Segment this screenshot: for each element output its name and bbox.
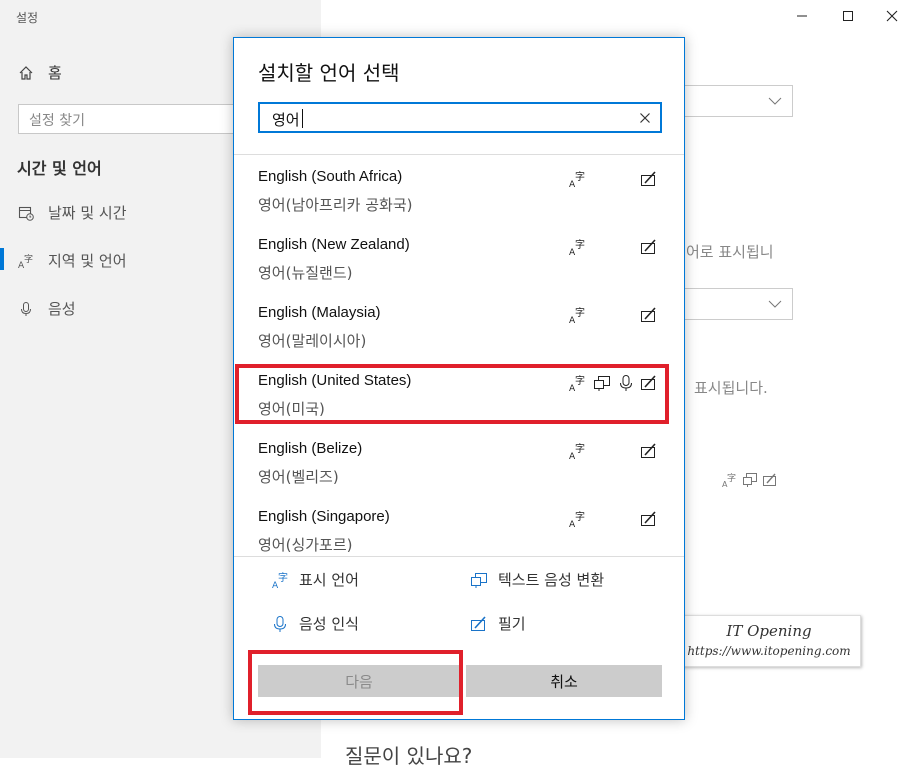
language-name: English (Belize) (258, 440, 363, 457)
svg-text:字: 字 (24, 253, 33, 265)
handwriting-icon (470, 615, 488, 633)
language-item-en-bz[interactable]: English (Belize) 영어(벨리즈) A字 (234, 428, 684, 496)
divider (234, 154, 684, 155)
legend-display-language: A字 표시 언어 (271, 569, 359, 591)
display-language-icon: A字 (722, 472, 736, 488)
svg-text:字: 字 (575, 170, 585, 183)
divider (234, 556, 684, 557)
language-native-name: 영어(말레이시아) (258, 332, 367, 350)
display-language-icon: A字 (569, 238, 585, 256)
sidebar-item-speech[interactable]: 음성 (18, 298, 76, 319)
language-item-en-nz[interactable]: English (New Zealand) 영어(뉴질랜드) A字 (234, 224, 684, 292)
svg-text:字: 字 (575, 442, 585, 455)
language-native-name: 영어(벨리즈) (258, 468, 339, 486)
handwriting-icon (641, 443, 656, 458)
legend-label: 필기 (498, 615, 526, 633)
watermark-url: https://www.itopening.com (687, 644, 851, 658)
language-icon: A字 (18, 253, 34, 271)
handwriting-icon (641, 307, 656, 322)
nav-home[interactable]: 홈 (18, 62, 62, 83)
cancel-button[interactable]: 취소 (466, 665, 662, 697)
close-icon (886, 10, 898, 22)
display-language-icon: A字 (271, 571, 289, 591)
section-title: 시간 및 언어 (17, 159, 102, 178)
selection-indicator (0, 248, 4, 270)
legend-label: 음성 인식 (299, 615, 359, 633)
sidebar-item-region-language[interactable]: A字 지역 및 언어 (18, 250, 127, 271)
language-name: English (Malaysia) (258, 304, 381, 321)
legend-label: 텍스트 음성 변환 (498, 571, 605, 589)
watermark: IT Opening https://www.itopening.com (677, 615, 861, 667)
text-to-speech-icon (594, 376, 610, 391)
language-name: English (New Zealand) (258, 236, 410, 253)
chevron-down-icon (768, 300, 782, 308)
legend-handwriting: 필기 (470, 613, 526, 634)
text-caret (302, 109, 303, 128)
language-native-name: 영어(미국) (258, 400, 325, 418)
microphone-icon (271, 615, 289, 633)
language-list[interactable]: English (South Africa) 영어(남아프리카 공화국) A字 … (234, 156, 684, 556)
maximize-icon (843, 11, 853, 21)
language-item-en-za[interactable]: English (South Africa) 영어(남아프리카 공화국) A字 (234, 156, 684, 224)
display-language-icon: A字 (569, 170, 585, 188)
svg-text:字: 字 (575, 374, 585, 387)
language-item-en-us[interactable]: English (United States) 영어(미국) A字 (234, 360, 684, 428)
sidebar-item-date-time[interactable]: 날짜 및 시간 (18, 202, 127, 223)
calendar-clock-icon (18, 205, 34, 221)
display-language-icon: A字 (569, 442, 585, 460)
close-icon (640, 113, 650, 123)
legend-text-to-speech: 텍스트 음성 변환 (470, 569, 604, 590)
legend-speech-recognition: 음성 인식 (271, 613, 359, 634)
maximize-button[interactable] (825, 0, 871, 32)
home-label: 홈 (48, 64, 62, 82)
sidebar-item-label: 지역 및 언어 (48, 252, 127, 270)
microphone-icon (620, 375, 632, 391)
minimize-button[interactable] (779, 0, 825, 32)
dialog-title: 설치할 언어 선택 (258, 61, 400, 85)
handwriting-icon (641, 171, 656, 186)
handwriting-icon (641, 511, 656, 526)
handwriting-icon (641, 375, 656, 390)
install-language-dialog: 설치할 언어 선택 영어 English (South Africa) 영어(남… (233, 37, 685, 720)
language-item-en-my[interactable]: English (Malaysia) 영어(말레이시아) A字 (234, 292, 684, 360)
next-button[interactable]: 다음 (258, 665, 460, 697)
search-value: 영어 (272, 111, 300, 129)
bg-text-1: 어로 표시됩니 (686, 243, 774, 261)
svg-text:字: 字 (575, 306, 585, 319)
handwriting-icon (641, 239, 656, 254)
language-item-en-sg[interactable]: English (Singapore) 영어(싱가포르) A字 (234, 496, 684, 556)
handwriting-icon (763, 473, 776, 486)
display-language-icon: A字 (569, 510, 585, 528)
bg-feature-icons: A字 (722, 472, 778, 488)
text-to-speech-icon (743, 473, 757, 487)
sidebar-item-label: 음성 (48, 300, 76, 318)
minimize-icon (797, 15, 807, 17)
bg-text-3: 질문이 있나요? (345, 744, 473, 768)
close-button[interactable] (869, 0, 915, 32)
language-name: English (South Africa) (258, 168, 403, 185)
display-language-icon: A字 (569, 306, 585, 324)
display-language-icon: A字 (569, 374, 585, 392)
svg-text:字: 字 (575, 238, 585, 251)
language-name: English (Singapore) (258, 508, 390, 525)
clear-search-button[interactable] (636, 109, 654, 127)
language-native-name: 영어(남아프리카 공화국) (258, 196, 413, 214)
legend-label: 표시 언어 (299, 571, 359, 589)
text-to-speech-icon (470, 571, 488, 589)
language-name: English (United States) (258, 372, 412, 389)
language-search-input[interactable]: 영어 (258, 102, 662, 133)
sidebar-item-label: 날짜 및 시간 (48, 204, 127, 222)
svg-text:字: 字 (575, 510, 585, 523)
svg-text:字: 字 (727, 472, 736, 484)
chevron-down-icon (768, 97, 782, 105)
app-title: 설정 (16, 11, 39, 25)
home-icon (18, 65, 34, 81)
microphone-icon (18, 301, 34, 317)
svg-text:字: 字 (278, 571, 288, 584)
watermark-title: IT Opening (726, 622, 812, 640)
language-native-name: 영어(뉴질랜드) (258, 264, 353, 282)
bg-text-2: 표시됩니다. (694, 379, 768, 397)
language-native-name: 영어(싱가포르) (258, 536, 353, 554)
